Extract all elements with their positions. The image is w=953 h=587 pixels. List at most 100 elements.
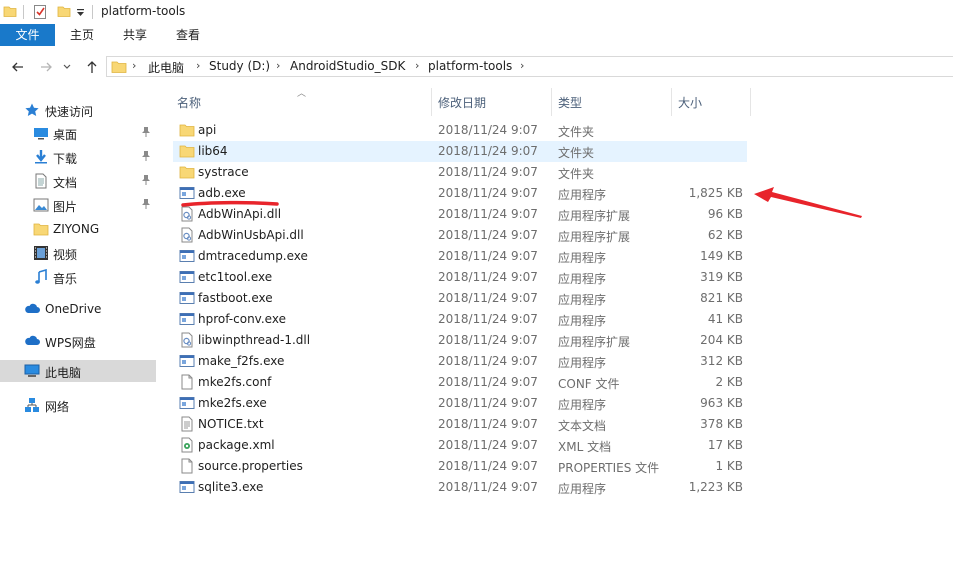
file-row[interactable]: fastboot.exe 2018/11/24 9:07 应用程序 821 KB bbox=[173, 288, 747, 309]
file-row[interactable]: api 2018/11/24 9:07 文件夹 bbox=[173, 120, 747, 141]
file-name: sqlite3.exe bbox=[198, 480, 264, 494]
breadcrumb-platform-tools[interactable]: platform-tools bbox=[428, 59, 512, 73]
folder-icon bbox=[179, 164, 195, 180]
file-date: 2018/11/24 9:07 bbox=[438, 396, 538, 410]
cloud-icon bbox=[24, 301, 40, 317]
file-name: source.properties bbox=[198, 459, 303, 473]
folder-icon bbox=[179, 122, 195, 138]
file-date: 2018/11/24 9:07 bbox=[438, 186, 538, 200]
file-name: mke2fs.exe bbox=[198, 396, 267, 410]
back-button[interactable] bbox=[10, 59, 26, 75]
breadcrumb-sdk[interactable]: AndroidStudio_SDK bbox=[290, 59, 405, 73]
file-date: 2018/11/24 9:07 bbox=[438, 165, 538, 179]
sidebar-item-11[interactable]: 网络 bbox=[0, 394, 156, 416]
sidebar-item-6[interactable]: 视频 bbox=[0, 242, 156, 264]
file-date: 2018/11/24 9:07 bbox=[438, 207, 538, 221]
file-row[interactable]: source.properties 2018/11/24 9:07 PROPERTI… bbox=[173, 456, 747, 477]
file-row[interactable]: etc1tool.exe 2018/11/24 9:07 应用程序 319 KB bbox=[173, 267, 747, 288]
tab-view[interactable]: 查看 bbox=[166, 24, 210, 46]
column-header-name[interactable]: 名称 bbox=[177, 90, 201, 116]
sort-ascending-icon: ︿ bbox=[297, 89, 307, 99]
file-list: ︿ 名称 修改日期 类型 大小 api 2018/11/24 9:07 文件夹 lib… bbox=[160, 88, 953, 587]
file-row[interactable]: lib64 2018/11/24 9:07 文件夹 bbox=[173, 141, 747, 162]
chevron-right-icon[interactable]: › bbox=[415, 59, 419, 72]
new-folder-icon[interactable] bbox=[57, 4, 71, 18]
file-row[interactable]: sqlite3.exe 2018/11/24 9:07 应用程序 1,223 KB bbox=[173, 477, 747, 498]
star-icon bbox=[24, 102, 40, 118]
breadcrumb-drive[interactable]: Study (D:) bbox=[209, 59, 270, 73]
file-type: 文本文档 bbox=[558, 419, 607, 433]
file-row[interactable]: systrace 2018/11/24 9:07 文件夹 bbox=[173, 162, 747, 183]
application-icon bbox=[179, 355, 195, 367]
address-bar[interactable]: › 此电脑 › Study (D:) › AndroidStudio_SDK ›… bbox=[106, 56, 953, 77]
folder-icon bbox=[179, 145, 195, 158]
file-type: 应用程序 bbox=[558, 314, 607, 328]
customize-dropdown-icon[interactable] bbox=[76, 9, 85, 17]
sidebar-item-4[interactable]: 图片 bbox=[0, 194, 156, 216]
application-icon bbox=[179, 269, 195, 285]
recent-locations-button[interactable] bbox=[62, 59, 72, 75]
chevron-right-icon[interactable]: › bbox=[196, 59, 200, 72]
file-size: 963 KB bbox=[700, 396, 743, 410]
file-name: systrace bbox=[198, 165, 249, 179]
sidebar-item-5[interactable]: ZIYONG bbox=[0, 218, 156, 240]
properties-icon[interactable] bbox=[33, 4, 47, 20]
sidebar-item-2[interactable]: 下载 bbox=[0, 146, 156, 168]
sidebar-item-8[interactable]: OneDrive bbox=[0, 298, 156, 320]
sidebar-item-3[interactable]: 文档 bbox=[0, 170, 156, 192]
sidebar-item-label: 文档 bbox=[53, 176, 78, 190]
sidebar-item-0[interactable]: 快速访问 bbox=[0, 99, 156, 121]
application-icon bbox=[179, 481, 195, 493]
column-header-date[interactable]: 修改日期 bbox=[438, 90, 486, 116]
application-icon bbox=[179, 311, 195, 327]
chevron-right-icon[interactable]: › bbox=[276, 59, 280, 72]
file-row[interactable]: hprof-conv.exe 2018/11/24 9:07 应用程序 41 KB bbox=[173, 309, 747, 330]
file-row[interactable]: make_f2fs.exe 2018/11/24 9:07 应用程序 312 KB bbox=[173, 351, 747, 372]
tab-home[interactable]: 主页 bbox=[60, 24, 104, 46]
column-header-type[interactable]: 类型 bbox=[558, 90, 582, 116]
file-name: fastboot.exe bbox=[198, 291, 273, 305]
folder-icon bbox=[179, 166, 195, 179]
file-row[interactable]: NOTICE.txt 2018/11/24 9:07 文本文档 378 KB bbox=[173, 414, 747, 435]
sidebar-item-9[interactable]: WPS网盘 bbox=[0, 330, 156, 352]
sidebar-item-1[interactable]: 桌面 bbox=[0, 122, 156, 144]
file-size: 1,825 KB bbox=[688, 186, 743, 200]
navigation-pane: 快速访问桌面 下载文档图片 ZIYONG 视频音乐 OneDrive WPS网盘此电脑网络 bbox=[0, 88, 160, 587]
file-row[interactable]: dmtracedump.exe 2018/11/24 9:07 应用程序 149 KB bbox=[173, 246, 747, 267]
folder-icon bbox=[111, 61, 127, 73]
forward-button[interactable] bbox=[38, 59, 54, 75]
file-icon bbox=[179, 458, 195, 474]
sidebar-item-7[interactable]: 音乐 bbox=[0, 266, 156, 288]
file-row[interactable]: libwinpthread-1.dll 2018/11/24 9:07 应用程序扩展… bbox=[173, 330, 747, 351]
file-date: 2018/11/24 9:07 bbox=[438, 270, 538, 284]
desktop-icon bbox=[33, 125, 49, 141]
column-header-size[interactable]: 大小 bbox=[678, 90, 702, 116]
chevron-right-icon: › bbox=[132, 59, 137, 72]
sidebar-item-label: 快速访问 bbox=[45, 105, 94, 119]
file-size: 17 KB bbox=[707, 438, 743, 452]
file-row[interactable]: mke2fs.conf 2018/11/24 9:07 CONF 文件 2 KB bbox=[173, 372, 747, 393]
chevron-right-icon[interactable]: › bbox=[520, 59, 524, 72]
pin-icon bbox=[141, 174, 151, 189]
file-name: make_f2fs.exe bbox=[198, 354, 285, 368]
chevron-down-icon bbox=[63, 64, 71, 69]
application-icon bbox=[179, 290, 195, 306]
computer-icon bbox=[24, 363, 40, 379]
file-row[interactable]: mke2fs.exe 2018/11/24 9:07 应用程序 963 KB bbox=[173, 393, 747, 414]
file-size: 821 KB bbox=[700, 291, 743, 305]
file-date: 2018/11/24 9:07 bbox=[438, 312, 538, 326]
txt-icon bbox=[181, 416, 193, 432]
sidebar-item-label: 视频 bbox=[53, 248, 78, 262]
music-icon bbox=[33, 268, 49, 285]
file-row[interactable]: AdbWinUsbApi.dll 2018/11/24 9:07 应用程序扩展 62 … bbox=[173, 225, 747, 246]
application-icon bbox=[179, 292, 195, 304]
breadcrumb-this-pc[interactable]: 此电脑 bbox=[148, 59, 184, 76]
file-name: hprof-conv.exe bbox=[198, 312, 286, 326]
sidebar-item-10[interactable]: 此电脑 bbox=[0, 360, 156, 382]
address-row: › 此电脑 › Study (D:) › AndroidStudio_SDK ›… bbox=[0, 46, 953, 88]
file-date: 2018/11/24 9:07 bbox=[438, 291, 538, 305]
file-row[interactable]: package.xml 2018/11/24 9:07 XML 文档 17 KB bbox=[173, 435, 747, 456]
tab-share[interactable]: 共享 bbox=[113, 24, 157, 46]
tab-file[interactable]: 文件 bbox=[0, 24, 55, 46]
up-button[interactable] bbox=[84, 59, 100, 75]
